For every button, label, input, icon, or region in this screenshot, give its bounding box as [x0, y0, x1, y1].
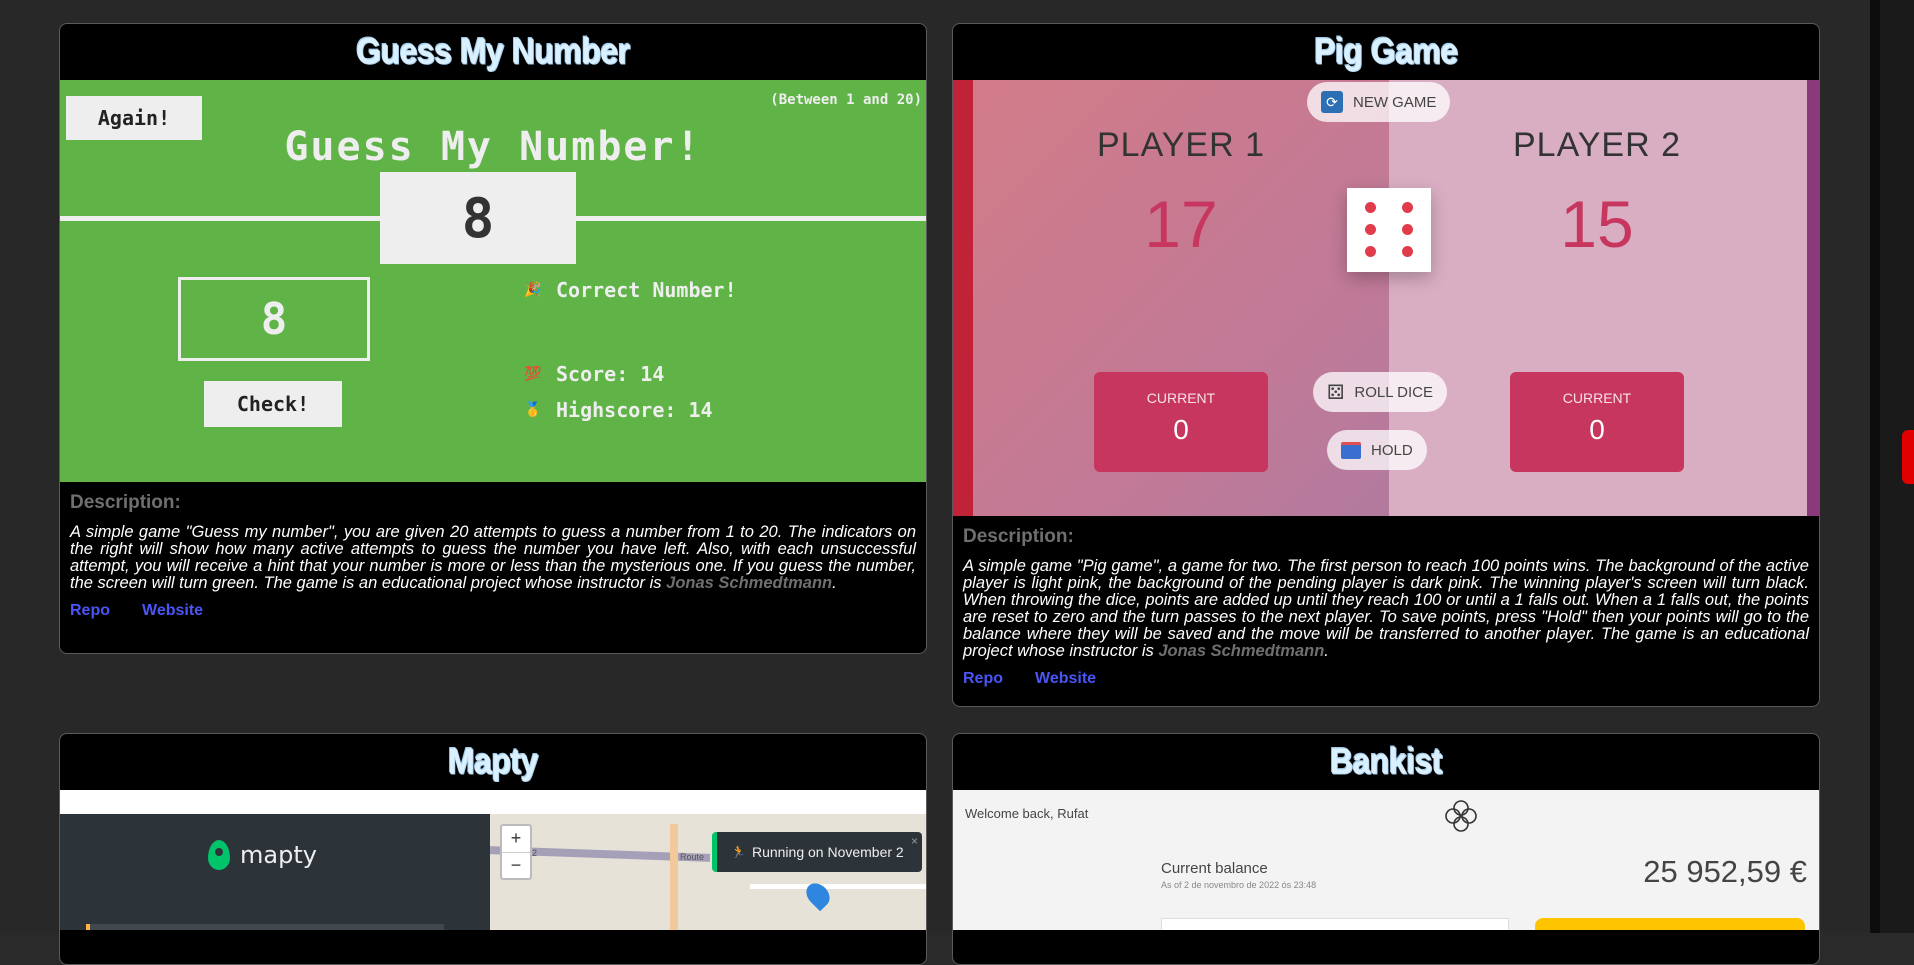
mapty-sidebar: [60, 814, 490, 930]
zoom-in-button[interactable]: +: [502, 826, 530, 853]
balance-value: 25 952,59 €: [1643, 854, 1807, 889]
project-card-bankist: Bankist Welcome back, Rufat Current bala…: [952, 733, 1820, 965]
medal-icon: 🥇: [524, 402, 542, 418]
new-game-label: NEW GAME: [1353, 93, 1437, 111]
project-demo-preview[interactable]: PLAYER 1 17 PLAYER 2 15 ⟳ NEW GAME CURRE…: [953, 80, 1819, 516]
description-period: .: [1324, 642, 1329, 660]
map-road: [670, 824, 678, 930]
roll-dice-label: ROLL DICE: [1354, 383, 1434, 401]
player-1-score: 17: [1144, 187, 1218, 261]
transfer-panel[interactable]: [1535, 918, 1805, 930]
guess-input[interactable]: 8: [178, 277, 370, 361]
project-links: Repo Website: [963, 660, 1809, 698]
party-icon: 🎉: [524, 282, 542, 298]
logo-text: mapty: [240, 841, 317, 869]
website-link[interactable]: Website: [142, 602, 203, 620]
project-demo-preview[interactable]: mapty 2 Route + − 🏃 Running on November …: [60, 790, 926, 930]
score-text: Score: 14: [556, 362, 665, 386]
current-label: CURRENT: [1562, 390, 1632, 406]
dice-pip: [1402, 202, 1413, 213]
project-title: Bankist: [953, 734, 1819, 793]
highscore-text: Highscore: 14: [556, 398, 713, 422]
project-demo-preview[interactable]: Welcome back, Rufat Current balance As o…: [953, 790, 1819, 930]
popup-text: Running on November 2: [751, 844, 904, 860]
description-heading: Description:: [70, 492, 181, 513]
dice-pip: [1402, 246, 1413, 257]
scrollbar-track: [1870, 0, 1880, 933]
runner-icon: 🏃: [731, 845, 746, 859]
right-edge: [1807, 80, 1819, 516]
map-label: Route: [680, 852, 705, 862]
scrollbar-thumb[interactable]: [1902, 430, 1914, 484]
current-value: 0: [1589, 414, 1605, 445]
portfolio-page: Guess My Number Again! (Between 1 and 20…: [0, 0, 1870, 965]
project-description: Description: A simple game "Pig game", a…: [953, 516, 1819, 698]
login-input[interactable]: [1161, 918, 1509, 930]
map-pin-icon: [208, 840, 230, 870]
new-game-button[interactable]: ⟳ NEW GAME: [1307, 82, 1451, 122]
project-card-pig-game: Pig Game PLAYER 1 17 PLAYER 2 15 ⟳ NEW G…: [952, 23, 1820, 707]
message-text: Correct Number!: [556, 278, 737, 302]
description-text: A simple game "Guess my number", you are…: [70, 524, 916, 592]
description-text: A simple game "Pig game", a game for two…: [963, 558, 1809, 660]
message: 🎉 Correct Number!: [524, 278, 737, 302]
project-card-guess-my-number: Guess My Number Again! (Between 1 and 20…: [59, 23, 927, 654]
workout-item[interactable]: [86, 924, 444, 930]
description-heading: Description:: [963, 526, 1074, 547]
range-label: (Between 1 and 20): [770, 92, 922, 108]
map-label: 2: [532, 848, 538, 858]
player-2-current: CURRENT 0: [1510, 372, 1684, 472]
welcome-message: Welcome back, Rufat: [965, 806, 1089, 821]
project-links: Repo Website: [70, 592, 916, 630]
project-title: Pig Game: [953, 24, 1819, 83]
score: 💯 Score: 14: [524, 362, 664, 386]
check-button[interactable]: Check!: [204, 381, 342, 427]
game-heading: Guess My Number!: [284, 124, 702, 170]
roll-dice-button[interactable]: ⚄ ROLL DICE: [1313, 372, 1448, 412]
zoom-out-button[interactable]: −: [502, 853, 530, 879]
project-title: Guess My Number: [60, 24, 926, 83]
description-body: A simple game "Pig game", a game for two…: [963, 557, 1809, 660]
current-label: CURRENT: [1146, 390, 1216, 406]
player-2-score: 15: [1560, 187, 1634, 261]
map-view[interactable]: 2 Route + − 🏃 Running on November 2 ×: [490, 814, 926, 930]
repo-link[interactable]: Repo: [70, 602, 110, 620]
repo-link[interactable]: Repo: [963, 670, 1003, 688]
zoom-control: + −: [500, 824, 532, 880]
inbox-icon: [1341, 441, 1361, 459]
highscore: 🥇 Highscore: 14: [524, 398, 713, 422]
left-edge: [953, 80, 973, 516]
player-1-current: CURRENT 0: [1094, 372, 1268, 472]
project-demo-preview[interactable]: Again! (Between 1 and 20) Guess My Numbe…: [60, 80, 926, 482]
project-title: Mapty: [60, 734, 926, 793]
refresh-icon: ⟳: [1321, 91, 1343, 113]
project-description: Description: A simple game "Guess my num…: [60, 482, 926, 630]
dice-pip: [1365, 202, 1376, 213]
hold-label: HOLD: [1371, 441, 1413, 459]
current-value: 0: [1173, 414, 1189, 445]
player-2-name: PLAYER 2: [1512, 126, 1681, 164]
player-1-name: PLAYER 1: [1096, 126, 1265, 164]
dice-small-icon: ⚄: [1327, 381, 1345, 404]
hundred-icon: 💯: [524, 366, 542, 382]
dice-pip: [1402, 224, 1413, 235]
project-card-mapty: Mapty mapty 2 Route + − 🏃 Running on Nov…: [59, 733, 927, 965]
hold-button[interactable]: HOLD: [1327, 430, 1427, 470]
secret-number: 8: [380, 172, 576, 264]
dice-pip: [1365, 246, 1376, 257]
current-balance-label: Current balance: [1161, 860, 1268, 877]
close-icon[interactable]: ×: [911, 834, 918, 848]
mapty-logo: mapty: [208, 840, 317, 870]
map-road: [750, 884, 926, 889]
dice-pip: [1365, 224, 1376, 235]
instructor-name: Jonas Schmedtmann: [1158, 642, 1325, 660]
instructor-name: Jonas Schmedtmann: [666, 574, 833, 592]
workout-popup: 🏃 Running on November 2 ×: [712, 832, 922, 872]
description-period: .: [832, 574, 837, 592]
dice-icon: [1347, 188, 1431, 272]
bankist-logo-icon: [1445, 800, 1477, 832]
scrollbar[interactable]: [1870, 0, 1914, 933]
balance-date: As of 2 de novembro de 2022 ós 23:48: [1161, 880, 1317, 890]
website-link[interactable]: Website: [1035, 670, 1096, 688]
